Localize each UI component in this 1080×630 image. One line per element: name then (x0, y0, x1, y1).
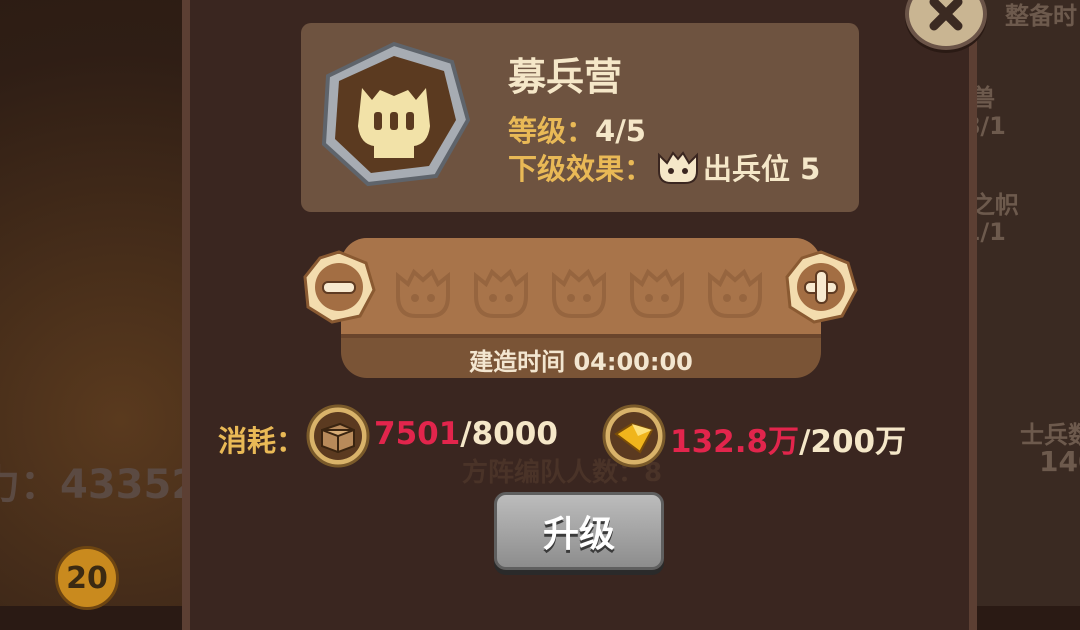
build-time: 建造时间 04:00:00 (469, 348, 693, 376)
effect-label: 下级效果： (508, 152, 654, 186)
gold-cost: 132.8万/200万 (670, 416, 906, 461)
level-label: 等级： (508, 114, 596, 148)
next-level-effect: 下级效果： 出兵位 5 (508, 146, 820, 188)
level-value: 4/5 (595, 114, 646, 148)
troop-slot-icon (658, 151, 699, 184)
empty-slot-icon (474, 268, 528, 318)
background-label: 140 (1039, 445, 1080, 478)
background-label: 整备时 (1005, 2, 1077, 30)
wood-crate-icon (306, 404, 370, 468)
gold-gem-icon (602, 404, 666, 468)
upgrade-button[interactable]: 升级 (494, 492, 664, 570)
background-right-panel: 整备时 角兽 58/1 御之帜 61/1 士兵数 140 (947, 0, 1080, 606)
barracks-emblem-icon (321, 41, 470, 187)
building-level: 等级：4/5 (508, 108, 646, 150)
empty-slot-icon (630, 268, 684, 318)
gold-have: 132.8万 (670, 424, 800, 460)
empty-slot-icon (552, 268, 606, 318)
building-name: 募兵营 (508, 55, 623, 99)
decrease-button[interactable] (302, 250, 376, 324)
increase-button[interactable] (784, 250, 858, 324)
empty-slot-icon (708, 268, 762, 318)
wood-cost: 7501/8000 (374, 416, 558, 452)
close-icon (929, 0, 963, 31)
wood-have: 7501 (374, 416, 461, 452)
gold-need: /200万 (799, 424, 907, 460)
background-power-text: 力：43352 (0, 462, 200, 508)
wood-need: /8000 (460, 416, 558, 452)
empty-slot-icon (396, 268, 450, 318)
effect-value: 出兵位 5 (703, 152, 821, 186)
cost-label: 消耗： (218, 424, 306, 458)
background-level-badge: 20 (55, 546, 119, 610)
